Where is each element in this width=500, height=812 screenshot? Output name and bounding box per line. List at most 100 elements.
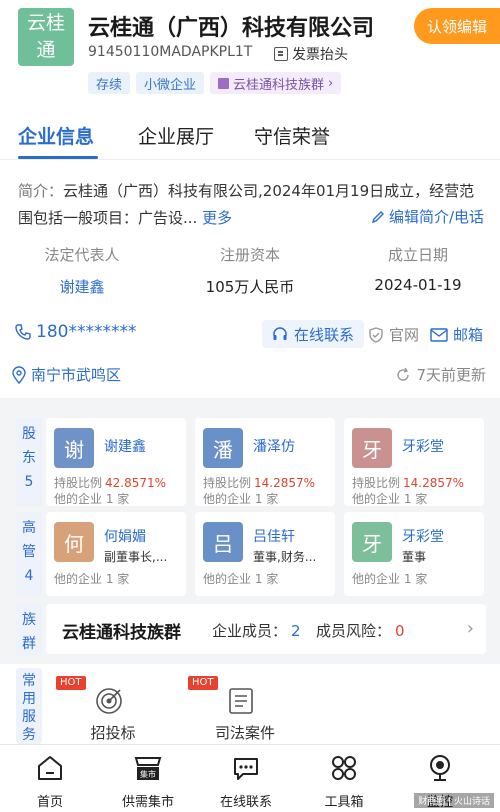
tab-company-showroom[interactable]: 企业展厅 (138, 122, 214, 149)
holding-ratio-value: 14.2857% (403, 476, 465, 490)
holding-ratio: 持股比例 14.2857% (203, 474, 315, 491)
company-name: 云桂通（广西）科技有限公司 (88, 16, 375, 41)
avatar: 牙 (352, 522, 392, 562)
registered-capital-label: 注册资本 (219, 246, 280, 264)
company-logo: 云桂 通 (18, 8, 74, 66)
credit-code: 91450110MADAPKPL1T (88, 44, 253, 60)
other-companies: 他的企业 1 家 (54, 492, 130, 506)
executive-role: 董事 (402, 550, 427, 564)
home-icon (38, 756, 62, 780)
executive-card[interactable]: 牙 牙彩堂 董事 他的企业 1 家 (344, 512, 484, 596)
refresh-button[interactable]: 7天前更新 (395, 364, 486, 385)
service-bidding[interactable]: HOT 招投标 (48, 676, 178, 744)
status-tags: 存续 小微企业 云桂通科技族群 › (88, 72, 342, 94)
founded-date-block: 成立日期 2024-01-19 (338, 244, 498, 294)
edit-intro-label: 编辑简介/电话 (388, 208, 484, 226)
location-pin-icon (12, 365, 26, 384)
group-members-count: 2 (291, 622, 301, 640)
group-badge-label: 云桂通科技族群 (233, 77, 325, 93)
section-divider (0, 398, 500, 410)
refresh-icon (397, 367, 410, 381)
other-companies: 他的企业 1 家 (352, 492, 428, 506)
nav-home[interactable]: 首页 (0, 753, 100, 810)
other-companies: 他的企业 1 家 (203, 572, 279, 586)
holding-ratio-label: 持股比例 (203, 476, 252, 490)
shareholder-name: 谢建鑫 (104, 439, 146, 455)
group-side-label[interactable]: 族 群 (16, 604, 42, 656)
company-header: 云桂 通 云桂通（广西）科技有限公司 认领编辑 91450110MADAPKPL… (0, 0, 500, 104)
group-members-label: 企业成员： (212, 622, 288, 640)
shareholders-label-char-1: 股 (22, 426, 36, 442)
shareholders-side-label[interactable]: 股 东 5 (16, 418, 42, 506)
services-label-char-2: 用 (22, 691, 36, 707)
holding-ratio-label: 持股比例 (54, 476, 103, 490)
chevron-right-icon: › (328, 75, 334, 91)
building-icon (218, 77, 230, 89)
avatar: 吕 (203, 522, 243, 562)
service-label: 司法案件 (214, 724, 275, 742)
nav-online-contact[interactable]: 在线联系 (196, 753, 296, 810)
scale-badge: 小微企业 (136, 72, 205, 94)
shareholder-card[interactable]: 潘 潘泽仿 持股比例 14.2857% 他的企业 1 家 (195, 418, 335, 506)
holding-ratio-label: 持股比例 (352, 476, 401, 490)
shareholders-count: 5 (24, 474, 34, 490)
shareholders-label-char-2: 东 (22, 450, 36, 466)
nav-market[interactable]: 集市 供需集市 (98, 753, 198, 810)
nav-toolbox[interactable]: 工具箱 (294, 753, 394, 810)
address-link[interactable]: 南宁市武鸣区 (12, 364, 121, 385)
status-badge: 存续 (88, 72, 131, 94)
tab-company-info[interactable]: 企业信息 (18, 122, 94, 149)
group-label-char-1: 族 (22, 612, 36, 628)
avatar: 牙 (352, 428, 392, 468)
avatar: 潘 (203, 428, 243, 468)
executive-name: 吕佳轩 (253, 529, 295, 545)
mail-icon (430, 327, 448, 342)
executives-side-label[interactable]: 高 管 4 (16, 512, 42, 596)
watermark: 财商圈 | 火山诗话 (414, 793, 494, 808)
group-members: 企业成员： 2 (212, 620, 301, 641)
executives-count: 4 (24, 568, 34, 584)
mailbox-label: 邮箱 (453, 326, 484, 344)
legal-rep-label: 法定代表人 (44, 246, 120, 264)
invoice-label: 发票抬头 (292, 47, 348, 63)
other-companies: 他的企业 1 家 (54, 572, 130, 586)
phone-link[interactable]: 180******** (14, 322, 136, 342)
intro-more-link[interactable]: 更多 (202, 209, 232, 227)
document-icon (229, 688, 253, 714)
mailbox-button[interactable]: 邮箱 (430, 324, 483, 345)
shareholder-card[interactable]: 谢 谢建鑫 持股比例 42.8571% 他的企业 1 家 (46, 418, 186, 506)
pencil-icon (371, 210, 384, 223)
target-icon (96, 688, 122, 714)
online-contact-button[interactable]: 在线联系 (262, 320, 365, 348)
toolbox-icon (332, 756, 356, 780)
invoice-icon (274, 47, 288, 61)
executive-role: 董事,财务... (253, 550, 317, 564)
group-badge[interactable]: 云桂通科技族群 › (210, 72, 342, 94)
services-label-char-1: 常 (22, 673, 36, 689)
active-tab-indicator (18, 156, 98, 159)
hot-badge: HOT (188, 676, 218, 690)
market-icon: 集市 (134, 757, 162, 780)
logo-line-1: 云桂 (26, 12, 65, 34)
service-judicial-cases[interactable]: HOT 司法案件 (180, 676, 310, 744)
invoice-title-button[interactable]: 发票抬头 (274, 44, 348, 64)
company-group-card[interactable]: 云桂通科技族群 企业成员： 2 成员风险： 0 › (46, 604, 486, 654)
executive-role: 副董事长,... (104, 550, 168, 564)
tab-credit-honor[interactable]: 守信荣誉 (254, 122, 330, 149)
avatar: 何 (54, 522, 94, 562)
avatar: 谢 (54, 428, 94, 468)
nav-online-contact-label: 在线联系 (219, 795, 272, 810)
legal-rep-value[interactable]: 谢建鑫 (2, 276, 162, 297)
legal-rep-block: 法定代表人 谢建鑫 (2, 244, 162, 297)
contact-row: 180******** 在线联系 官网 邮箱 (0, 318, 500, 350)
claim-edit-button[interactable]: 认领编辑 (414, 8, 500, 44)
phone-number: 180******** (36, 322, 137, 342)
official-site-button[interactable]: 官网 (368, 324, 419, 345)
executive-card[interactable]: 吕 吕佳轩 董事,财务... 他的企业 1 家 (195, 512, 335, 596)
edit-intro-button[interactable]: 编辑简介/电话 (371, 206, 484, 227)
chat-icon (234, 758, 258, 780)
group-risk-count: 0 (395, 622, 405, 640)
shareholder-card[interactable]: 牙 牙彩堂 持股比例 14.2857% 他的企业 1 家 (344, 418, 484, 506)
other-companies: 他的企业 1 家 (352, 572, 428, 586)
executive-card[interactable]: 何 何娟媚 副董事长,... 他的企业 1 家 (46, 512, 186, 596)
